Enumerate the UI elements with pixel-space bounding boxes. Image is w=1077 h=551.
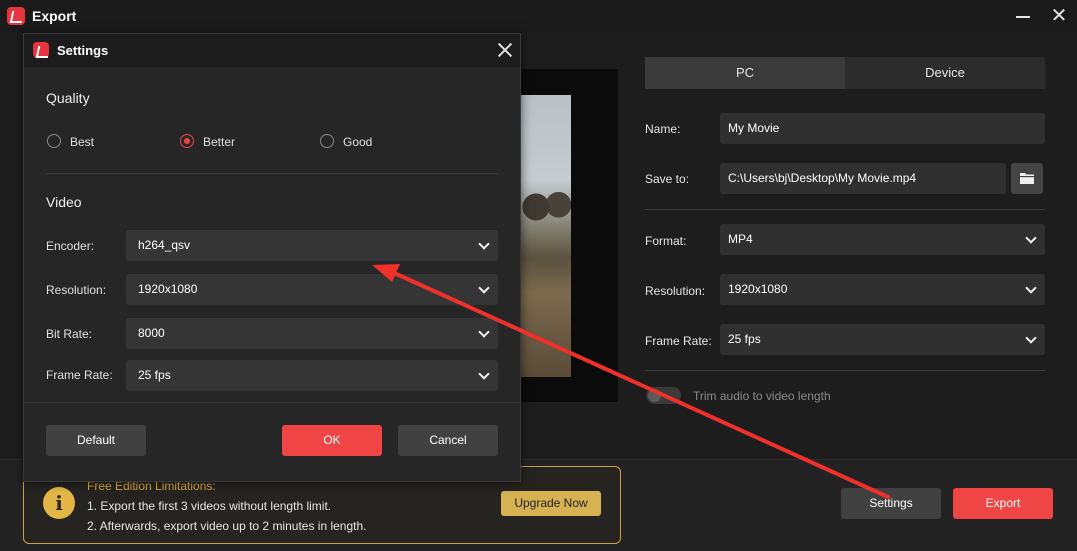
quality-option-label: Best [70,135,95,149]
frame-rate-select[interactable]: 25 fps [720,324,1045,355]
dialog-close-icon[interactable] [494,39,516,61]
bit-rate-value: 8000 [138,326,165,340]
trim-audio-toggle[interactable] [646,387,681,404]
preview-frame-image [521,95,571,377]
radio-icon[interactable] [320,134,334,148]
app-logo-icon [7,7,25,25]
save-path-input[interactable]: C:\Users\bj\Desktop\My Movie.mp4 [720,163,1006,194]
frame-rate-select[interactable]: 25 fps [126,360,498,391]
quality-option-label: Good [343,135,373,149]
format-select[interactable]: MP4 [720,224,1045,255]
cancel-button[interactable]: Cancel [398,425,498,456]
resolution-label: Resolution: [46,283,107,297]
name-input[interactable]: My Movie [720,113,1045,144]
info-icon: i [43,487,75,519]
upgrade-now-button[interactable]: Upgrade Now [501,491,601,516]
chevron-down-icon [1025,332,1037,344]
dialog-title: Settings [57,43,109,58]
divider [645,209,1045,210]
dialog-header: Settings [24,34,520,67]
resolution-select[interactable]: 1920x1080 [126,274,498,305]
quality-option-label: Better [203,135,236,149]
name-label: Name: [645,122,681,136]
preview-trees-decoration [521,180,571,225]
chevron-down-icon [478,282,490,294]
resolution-value: 1920x1080 [728,282,788,296]
divider [645,370,1045,371]
bit-rate-select[interactable]: 8000 [126,318,498,349]
divider [46,173,498,174]
frame-rate-label: Frame Rate: [645,334,712,348]
quality-heading: Quality [46,90,90,106]
limitation-line-1: 1. Export the first 3 videos without len… [87,499,332,513]
trim-audio-label: Trim audio to video length [693,389,831,403]
chevron-down-icon [1025,232,1037,244]
bit-rate-label: Bit Rate: [46,327,93,341]
resolution-select[interactable]: 1920x1080 [720,274,1045,305]
encoder-label: Encoder: [46,239,95,253]
tab-pc[interactable]: PC [645,57,845,89]
divider [24,402,520,403]
default-button[interactable]: Default [46,425,146,456]
app-logo-icon [33,42,49,58]
ok-button[interactable]: OK [282,425,382,456]
export-button[interactable]: Export [953,488,1053,519]
format-value: MP4 [728,232,753,246]
chevron-down-icon [478,326,490,338]
chevron-down-icon [478,238,490,250]
title-bar: Export ✕ [0,0,1077,32]
encoder-select[interactable]: h264_qsv [126,230,498,261]
close-icon[interactable]: ✕ [1044,2,1074,30]
folder-icon [1020,173,1034,184]
browse-folder-button[interactable] [1011,163,1043,194]
settings-button[interactable]: Settings [841,488,941,519]
video-heading: Video [46,194,82,210]
chevron-down-icon [1025,282,1037,294]
radio-icon[interactable] [47,134,61,148]
save-to-label: Save to: [645,172,690,186]
limitation-line-2: 2. Afterwards, export video up to 2 minu… [87,519,367,533]
radio-selected-icon[interactable] [180,134,194,148]
chevron-down-icon [478,368,490,380]
encoder-value: h264_qsv [138,238,191,252]
frame-rate-label: Frame Rate: [46,368,113,382]
window-title: Export [32,8,77,24]
minimize-icon[interactable] [1008,2,1038,30]
resolution-value: 1920x1080 [138,282,198,296]
frame-rate-value: 25 fps [138,368,171,382]
resolution-label: Resolution: [645,284,706,298]
tab-device[interactable]: Device [845,57,1045,89]
settings-dialog: Settings Quality Best Better Good Video … [23,33,521,482]
frame-rate-value: 25 fps [728,332,761,346]
format-label: Format: [645,234,687,248]
